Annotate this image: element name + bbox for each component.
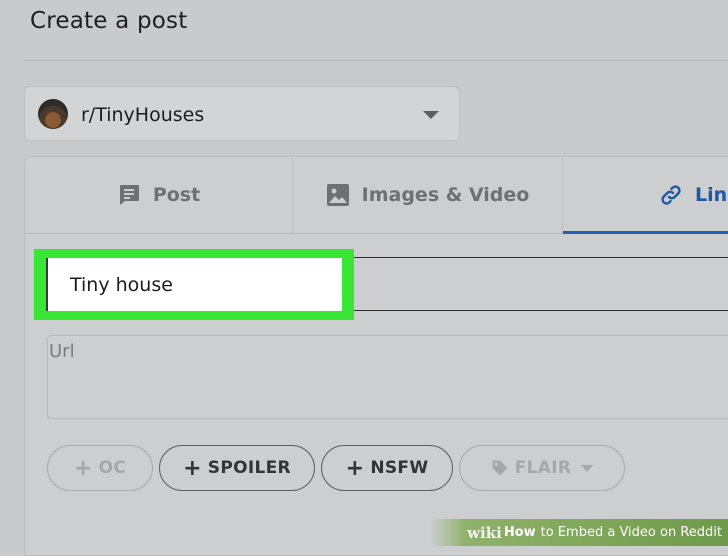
flair-button[interactable]: FLAIR [459,445,625,491]
tab-link-label: Link [695,184,728,206]
nsfw-label: NSFW [370,458,429,478]
plus-icon: + [345,455,365,481]
title-highlight-box: Tiny house [34,249,354,320]
wikihow-watermark: wiki How to Embed a Video on Reddit [430,519,728,546]
watermark-how: How [503,525,536,540]
spoiler-label: SPOILER [207,458,291,478]
post-icon [117,183,141,207]
title-divider [24,60,728,61]
image-icon [326,183,350,207]
title-input[interactable]: Tiny house [46,258,342,311]
link-icon [659,183,683,207]
tab-post-label: Post [152,184,201,206]
tab-images-video[interactable]: Images & Video [293,157,563,233]
community-selector[interactable]: r/TinyHouses [24,86,460,141]
plus-icon: + [73,455,93,481]
post-type-tabs: Post Images & Video Link [25,157,728,234]
plus-icon: + [183,455,202,481]
url-placeholder: Url [49,341,75,362]
flair-label: FLAIR [514,458,572,478]
oc-label: OC [98,458,127,478]
tag-icon [491,459,509,477]
watermark-brand: wiki [467,523,502,542]
nsfw-button[interactable]: + NSFW [321,445,453,491]
page-title: Create a post [30,8,188,34]
tab-images-label: Images & Video [361,184,530,206]
watermark-text: to Embed a Video on Reddit [540,525,722,540]
caret-down-icon [581,464,594,472]
spoiler-button[interactable]: + SPOILER [159,445,315,491]
tab-link[interactable]: Link [563,157,728,234]
post-card: Post Images & Video Link Url + OC + SPOI… [24,156,728,556]
chevron-down-icon[interactable] [423,111,439,119]
url-field[interactable] [47,335,728,419]
oc-button[interactable]: + OC [47,445,153,491]
tab-post[interactable]: Post [25,157,293,233]
community-name: r/TinyHouses [81,104,205,126]
community-avatar [38,99,68,129]
